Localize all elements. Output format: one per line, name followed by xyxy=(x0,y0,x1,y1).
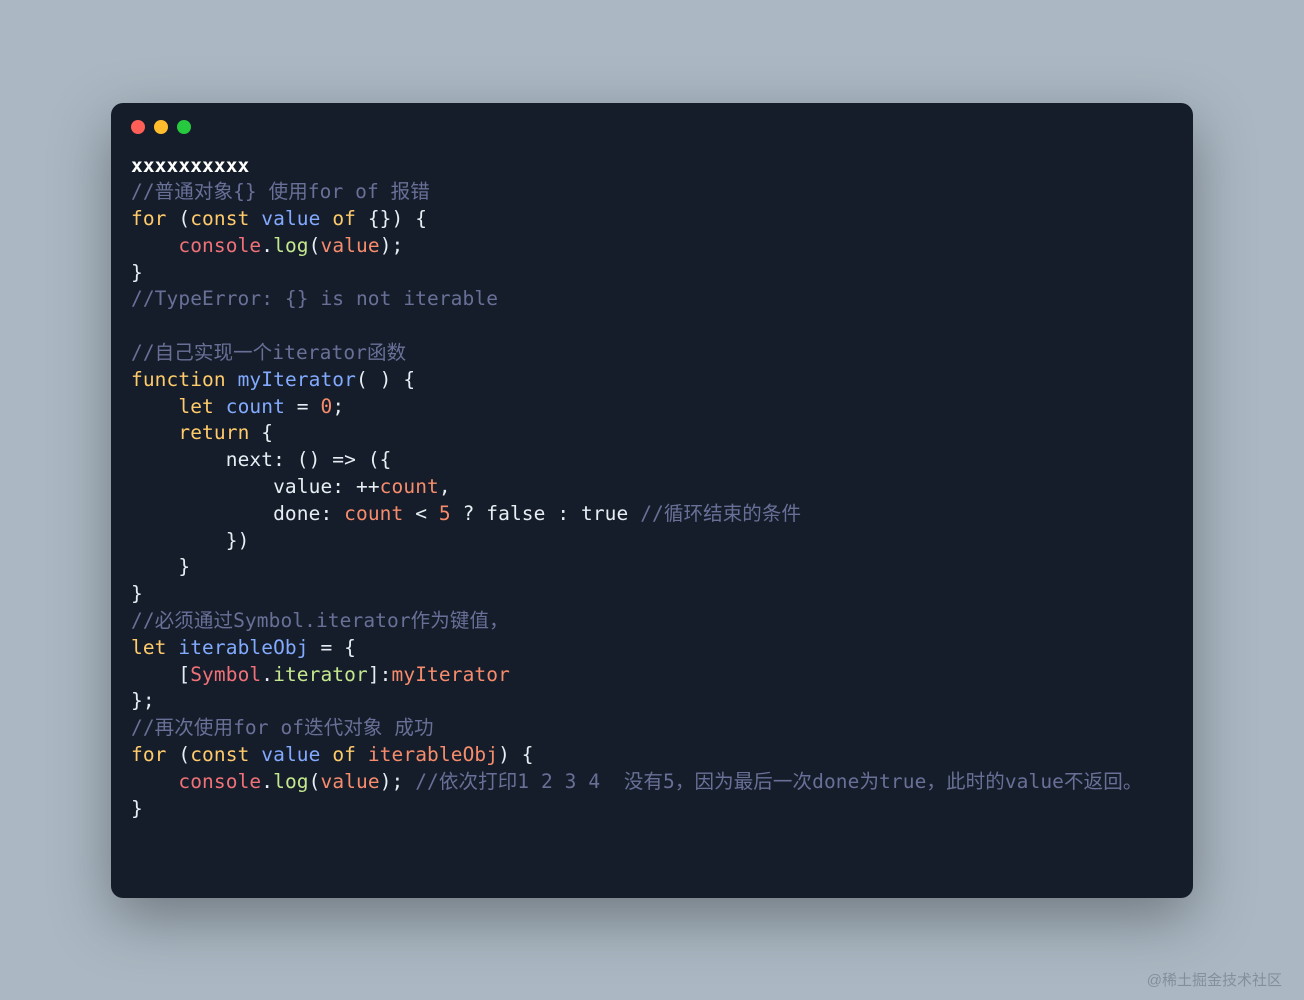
fn-name: myIterator xyxy=(238,368,356,391)
num-five: 5 xyxy=(439,502,451,525)
var-name: iterableObj xyxy=(178,636,308,659)
prop-next: next xyxy=(226,448,273,471)
fn-log: log xyxy=(273,234,309,257)
var-count: count xyxy=(380,475,439,498)
obj-symbol: Symbol xyxy=(190,663,261,686)
close-icon[interactable] xyxy=(131,120,145,134)
code-block: xxxxxxxxxx //普通对象{} 使用for of 报错 for (con… xyxy=(111,151,1193,843)
prop-done: done xyxy=(273,502,320,525)
prop-value: value xyxy=(273,475,332,498)
fn-log: log xyxy=(273,770,309,793)
fn-myIterator: myIterator xyxy=(392,663,510,686)
kw-let: let xyxy=(178,395,214,418)
bool-true: true xyxy=(581,502,628,525)
var-count: count xyxy=(344,502,403,525)
watermark-text: @稀土掘金技术社区 xyxy=(1147,969,1282,990)
kw-for: for xyxy=(131,207,167,230)
kw-for: for xyxy=(131,743,167,766)
obj-console: console xyxy=(178,770,261,793)
zoom-icon[interactable] xyxy=(177,120,191,134)
obj-console: console xyxy=(178,234,261,257)
kw-return: return xyxy=(178,421,249,444)
kw-function: function xyxy=(131,368,226,391)
var-value: value xyxy=(320,234,379,257)
prop-iterator: iterator xyxy=(273,663,368,686)
code-window: xxxxxxxxxx //普通对象{} 使用for of 报错 for (con… xyxy=(111,103,1193,898)
kw-const: const xyxy=(190,743,249,766)
code-comment: //循环结束的条件 xyxy=(640,502,801,525)
window-titlebar xyxy=(111,103,1193,151)
code-comment: //必须通过Symbol.iterator作为键值， xyxy=(131,609,509,632)
var-value: value xyxy=(320,770,379,793)
code-comment: //再次使用for of迭代对象 成功 xyxy=(131,716,434,739)
bool-false: false xyxy=(486,502,545,525)
var-value: value xyxy=(261,207,320,230)
kw-const: const xyxy=(190,207,249,230)
num-zero: 0 xyxy=(320,395,332,418)
var-count: count xyxy=(226,395,285,418)
code-comment: //普通对象{} 使用for of 报错 xyxy=(131,180,430,203)
kw-let: let xyxy=(131,636,167,659)
code-comment: //依次打印1 2 3 4 没有5，因为最后一次done为true，此时的val… xyxy=(415,770,1142,793)
kw-of: of xyxy=(332,207,356,230)
code-text: xxxxxxxxxx xyxy=(131,154,249,177)
code-comment: //自己实现一个iterator函数 xyxy=(131,341,406,364)
var-obj: iterableObj xyxy=(368,743,498,766)
kw-of: of xyxy=(332,743,356,766)
code-comment: //TypeError: {} is not iterable xyxy=(131,287,498,310)
minimize-icon[interactable] xyxy=(154,120,168,134)
var-value: value xyxy=(261,743,320,766)
